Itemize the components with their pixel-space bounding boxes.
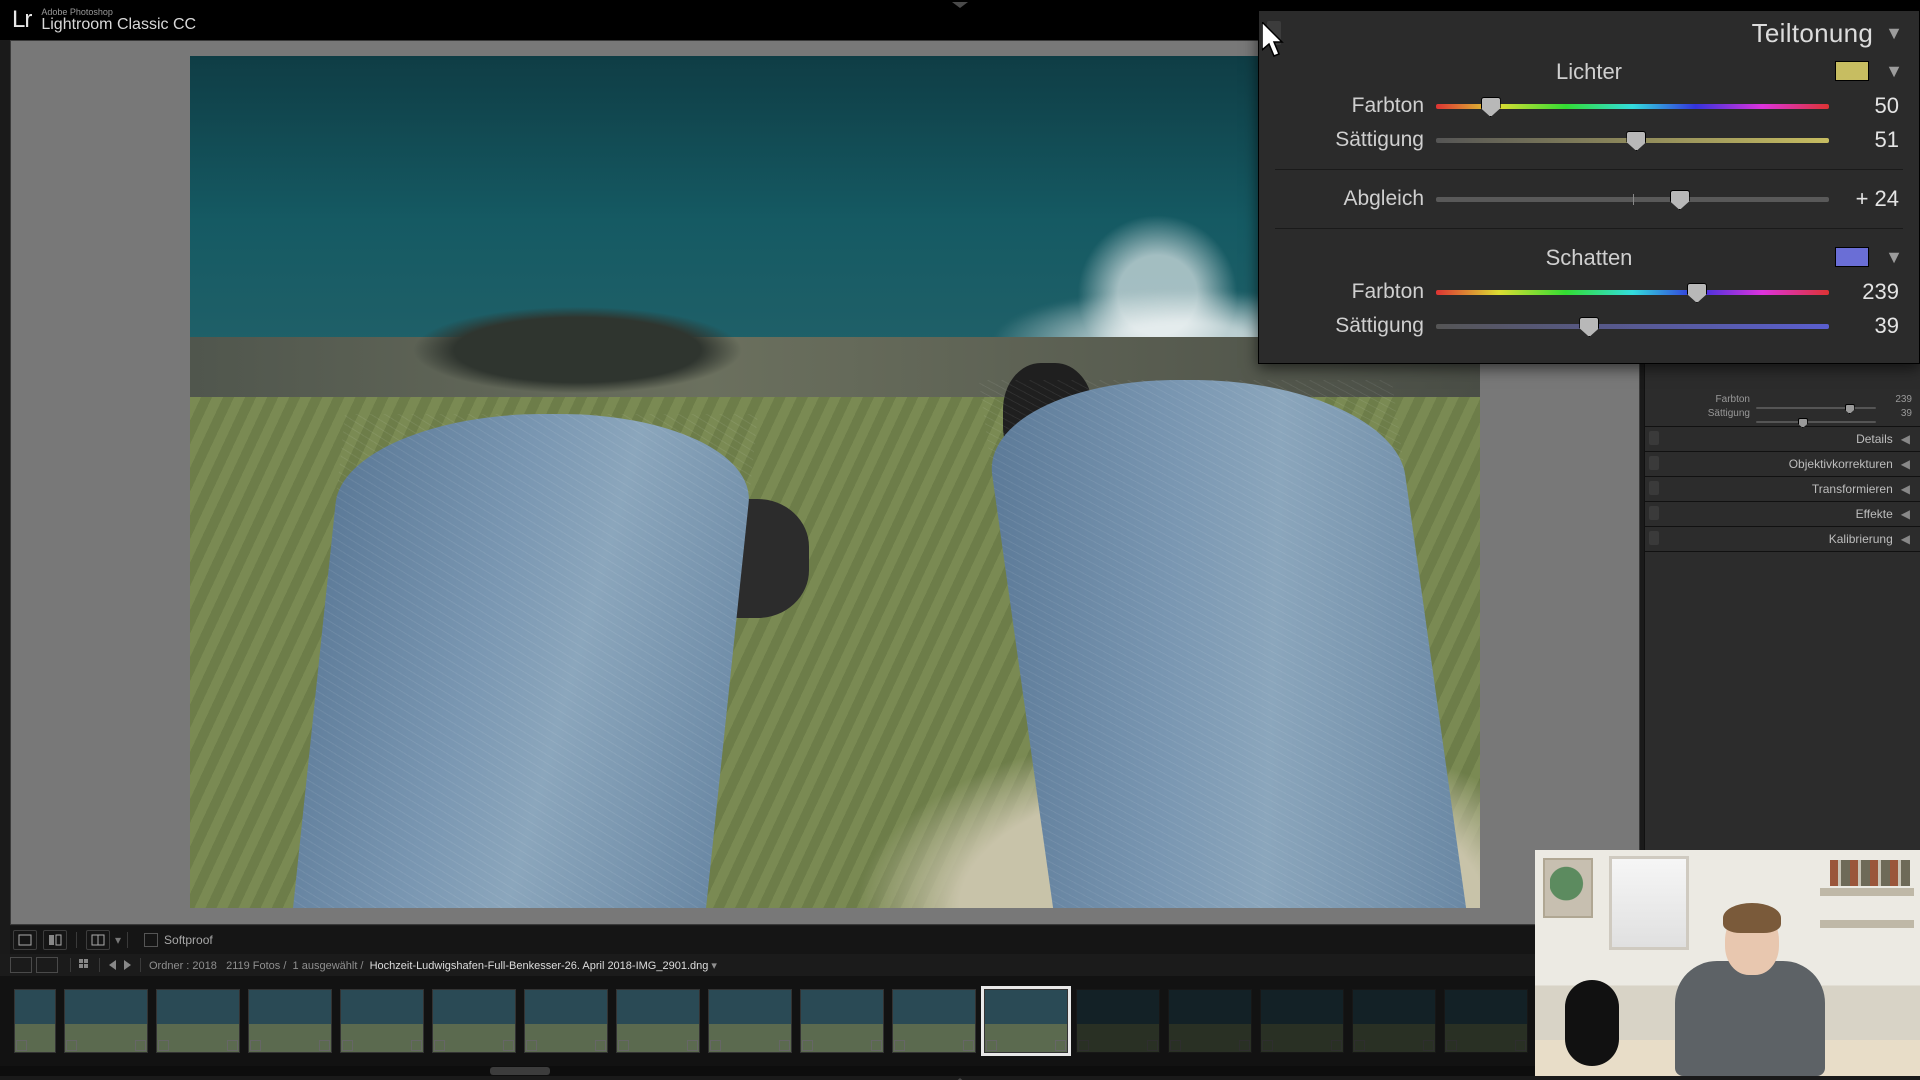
second-window-mode-icon[interactable] xyxy=(36,957,58,973)
highlights-title: Lichter xyxy=(1556,59,1622,85)
mini-sat-label: Sättigung xyxy=(1690,408,1750,419)
highlights-section: Lichter ▼ Farbton 50 Sättigung 51 xyxy=(1259,55,1919,157)
app-title-block: Adobe Photoshop Lightroom Classic CC xyxy=(41,8,196,33)
shadows-color-swatch[interactable] xyxy=(1835,247,1869,267)
app-name: Lightroom Classic CC xyxy=(41,17,196,33)
panel-collapse-caret-icon[interactable]: ▼ xyxy=(1885,23,1903,44)
split-toning-title: Teiltonung xyxy=(1752,18,1874,49)
before-after-mode-icon[interactable] xyxy=(86,930,110,950)
mini-sat-value: 39 xyxy=(1882,408,1912,419)
highlights-hue-label: Farbton xyxy=(1259,94,1424,118)
shadows-hue-value[interactable]: 239 xyxy=(1829,279,1899,305)
highlights-sat-value[interactable]: 51 xyxy=(1829,127,1899,153)
panel-details[interactable]: Details◀ xyxy=(1645,427,1920,452)
scrollbar-handle[interactable] xyxy=(490,1067,550,1075)
thumbnail[interactable] xyxy=(432,989,516,1053)
balance-value[interactable]: + 24 xyxy=(1829,186,1899,212)
mini-hue-row[interactable]: Farbton 239 xyxy=(1651,392,1912,406)
shadows-sat-slider[interactable] xyxy=(1436,315,1829,337)
shadows-hue-row: Farbton 239 xyxy=(1259,275,1919,309)
viewer-toolbar: ▾ Softproof xyxy=(10,926,1640,954)
highlights-color-swatch[interactable] xyxy=(1835,61,1869,81)
split-toning-header[interactable]: Teiltonung ▼ xyxy=(1259,11,1919,55)
softproof-checkbox[interactable] xyxy=(144,933,158,947)
header-collapse-handle[interactable] xyxy=(952,2,968,8)
balance-label: Abgleich xyxy=(1259,187,1424,211)
thumbnail[interactable] xyxy=(892,989,976,1053)
thumbnail[interactable] xyxy=(1352,989,1436,1053)
thumbnail[interactable] xyxy=(64,989,148,1053)
back-icon[interactable] xyxy=(108,960,118,970)
thumbnail[interactable] xyxy=(708,989,792,1053)
thumbnail[interactable] xyxy=(156,989,240,1053)
panel-lens-corrections[interactable]: Objektivkorrekturen◀ xyxy=(1645,452,1920,477)
thumbnail[interactable] xyxy=(1260,989,1344,1053)
thumbnail[interactable] xyxy=(14,989,56,1053)
split-toning-panel: Teiltonung ▼ Lichter ▼ Farbton 50 Sättig… xyxy=(1258,10,1920,364)
mini-hue-label: Farbton xyxy=(1690,394,1750,405)
panel-effects[interactable]: Effekte◀ xyxy=(1645,502,1920,527)
second-window-icon[interactable] xyxy=(10,957,32,973)
lightroom-logo: Lr xyxy=(12,6,31,34)
thumbnail[interactable] xyxy=(1168,989,1252,1053)
forward-icon[interactable] xyxy=(122,960,132,970)
before-after-icon[interactable] xyxy=(43,930,67,950)
shadows-title: Schatten xyxy=(1546,245,1633,271)
mini-hue-value: 239 xyxy=(1882,394,1912,405)
thumbnail[interactable] xyxy=(1076,989,1160,1053)
highlights-sat-slider[interactable] xyxy=(1436,129,1829,151)
shadows-sat-value[interactable]: 39 xyxy=(1829,313,1899,339)
grid-icon[interactable] xyxy=(79,959,91,971)
panel-toggle-switch[interactable] xyxy=(1267,21,1281,45)
webcam-overlay xyxy=(1535,850,1920,1076)
highlights-sat-label: Sättigung xyxy=(1259,128,1424,152)
highlights-picker-caret-icon[interactable]: ▼ xyxy=(1885,61,1903,82)
highlights-sat-row: Sättigung 51 xyxy=(1259,123,1919,157)
shadows-hue-slider[interactable] xyxy=(1436,281,1829,303)
breadcrumb[interactable]: Ordner : 2018 2119 Fotos / 1 ausgewählt … xyxy=(149,959,717,972)
balance-slider[interactable] xyxy=(1436,188,1829,210)
shadows-hue-label: Farbton xyxy=(1259,280,1424,304)
thumbnail[interactable] xyxy=(524,989,608,1053)
highlights-hue-value[interactable]: 50 xyxy=(1829,93,1899,119)
thumbnail[interactable] xyxy=(248,989,332,1053)
highlights-hue-row: Farbton 50 xyxy=(1259,89,1919,123)
softproof-label: Softproof xyxy=(164,933,213,947)
thumbnail[interactable] xyxy=(800,989,884,1053)
thumbnail[interactable] xyxy=(340,989,424,1053)
thumbnail[interactable] xyxy=(1444,989,1528,1053)
panel-transform[interactable]: Transformieren◀ xyxy=(1645,477,1920,502)
panel-calibration[interactable]: Kalibrierung◀ xyxy=(1645,527,1920,552)
loupe-view-icon[interactable] xyxy=(13,930,37,950)
mini-split-toning-section: Farbton 239 Sättigung 39 xyxy=(1645,390,1920,427)
balance-row: Abgleich + 24 xyxy=(1259,182,1919,216)
thumbnail-selected[interactable] xyxy=(984,989,1068,1053)
shadows-sat-label: Sättigung xyxy=(1259,314,1424,338)
filmstrip-collapse-handle[interactable] xyxy=(952,1072,968,1080)
shadows-picker-caret-icon[interactable]: ▼ xyxy=(1885,247,1903,268)
highlights-hue-slider[interactable] xyxy=(1436,95,1829,117)
shadows-section: Schatten ▼ Farbton 239 Sättigung 39 xyxy=(1259,241,1919,357)
shadows-sat-row: Sättigung 39 xyxy=(1259,309,1919,343)
thumbnail[interactable] xyxy=(616,989,700,1053)
